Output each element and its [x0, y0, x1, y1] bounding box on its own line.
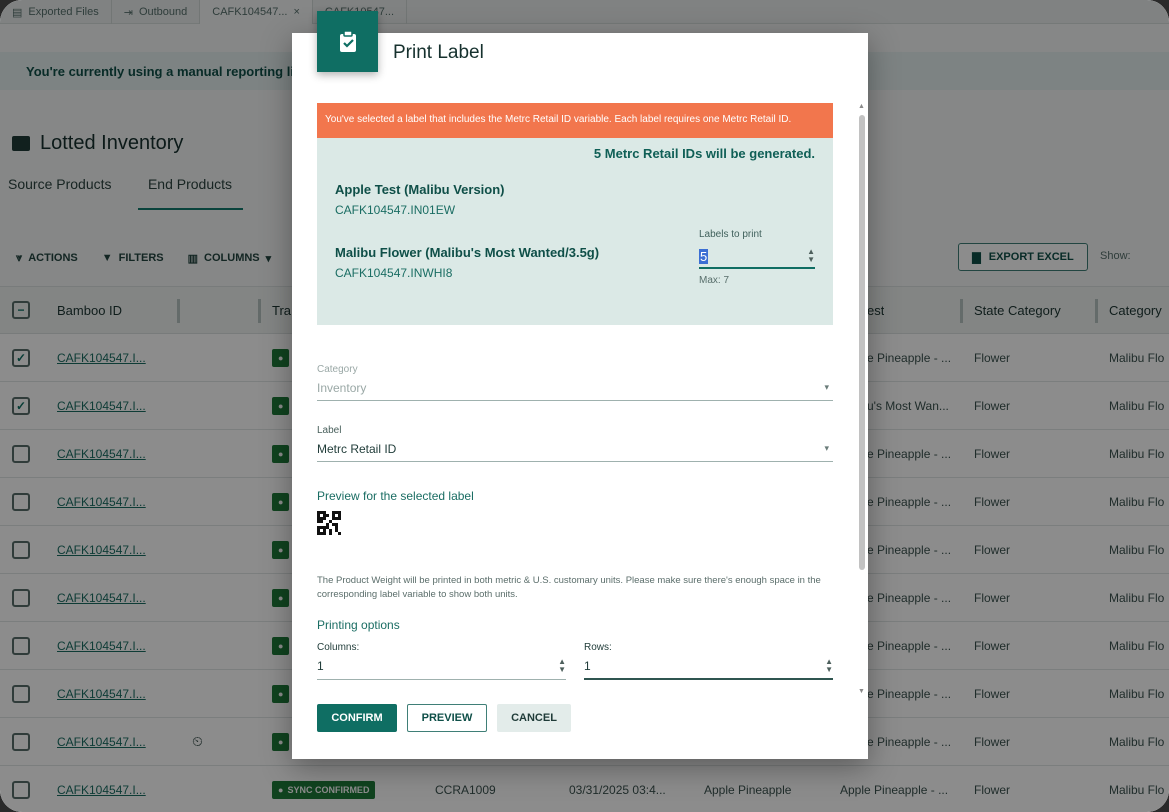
columns-value: 1: [317, 659, 324, 673]
preview-title: Preview for the selected label: [317, 489, 474, 503]
number-stepper[interactable]: ▲ ▼: [825, 657, 833, 674]
dialog-actions: CONFIRM PREVIEW CANCEL: [317, 704, 571, 732]
rows-field[interactable]: Rows: 1 ▲ ▼: [584, 642, 833, 680]
app-window: ▤ Exported Files ⇥ Outbound CAFK104547..…: [0, 0, 1169, 812]
confirm-button[interactable]: CONFIRM: [317, 704, 397, 732]
chevron-down-icon[interactable]: ▾: [824, 443, 833, 454]
dialog-scrollbar[interactable]: ▲ ▼: [858, 103, 866, 695]
category-value-field: Inventory ▾: [317, 375, 833, 401]
category-select: Category Inventory ▾: [317, 364, 833, 401]
category-label: Category: [317, 364, 358, 375]
category-value: Inventory: [317, 380, 367, 395]
columns-input[interactable]: 1 ▲ ▼: [317, 653, 566, 680]
clipboard-check-icon: [317, 11, 378, 72]
product-id: CAFK104547.INWHI8: [335, 266, 453, 280]
weight-note: The Product Weight will be printed in bo…: [317, 575, 821, 600]
label-field-label: Label: [317, 425, 342, 436]
label-value-field[interactable]: Metrc Retail ID ▾: [317, 436, 833, 462]
number-stepper[interactable]: ▲ ▼: [807, 248, 815, 264]
columns-field[interactable]: Columns: 1 ▲ ▼: [317, 642, 566, 680]
scrollbar-thumb[interactable]: [859, 115, 865, 570]
rows-label: Rows:: [584, 642, 612, 653]
scroll-down-icon[interactable]: ▼: [858, 688, 865, 695]
scroll-up-icon[interactable]: ▲: [858, 103, 865, 110]
selected-products-box: 5 Metrc Retail IDs will be generated. Ap…: [317, 138, 833, 325]
product-name: Apple Test (Malibu Version): [335, 182, 505, 197]
number-stepper[interactable]: ▲ ▼: [558, 658, 566, 674]
stepper-down-icon[interactable]: ▼: [558, 666, 566, 674]
print-label-dialog: Print Label You've selected a label that…: [292, 11, 868, 759]
stepper-down-icon[interactable]: ▼: [825, 665, 833, 674]
cancel-button[interactable]: CANCEL: [497, 704, 571, 732]
labels-to-print-value: 5: [699, 248, 709, 264]
columns-label: Columns:: [317, 642, 360, 653]
stepper-down-icon[interactable]: ▼: [807, 256, 815, 264]
rows-input[interactable]: 1 ▲ ▼: [584, 653, 833, 680]
rows-value: 1: [584, 658, 591, 673]
printing-options-title: Printing options: [317, 618, 400, 632]
product-id: CAFK104547.IN01EW: [335, 203, 456, 217]
dialog-content: You've selected a label that includes th…: [317, 103, 833, 325]
ids-generated-text: 5 Metrc Retail IDs will be generated.: [593, 146, 815, 161]
labels-to-print-input[interactable]: 5 ▲ ▼: [699, 245, 815, 269]
labels-max-text: Max: 7: [699, 275, 730, 286]
label-select[interactable]: Label Metrc Retail ID ▾: [317, 425, 833, 462]
chevron-down-icon: ▾: [824, 382, 829, 392]
metrc-warning-banner: You've selected a label that includes th…: [317, 103, 833, 138]
product-name: Malibu Flower (Malibu's Most Wanted/3.5g…: [335, 245, 600, 260]
label-value: Metrc Retail ID: [317, 441, 397, 456]
dialog-title: Print Label: [393, 42, 484, 63]
labels-to-print-label: Labels to print: [699, 229, 762, 240]
preview-button[interactable]: PREVIEW: [407, 704, 487, 732]
qr-code-preview: [317, 511, 341, 535]
